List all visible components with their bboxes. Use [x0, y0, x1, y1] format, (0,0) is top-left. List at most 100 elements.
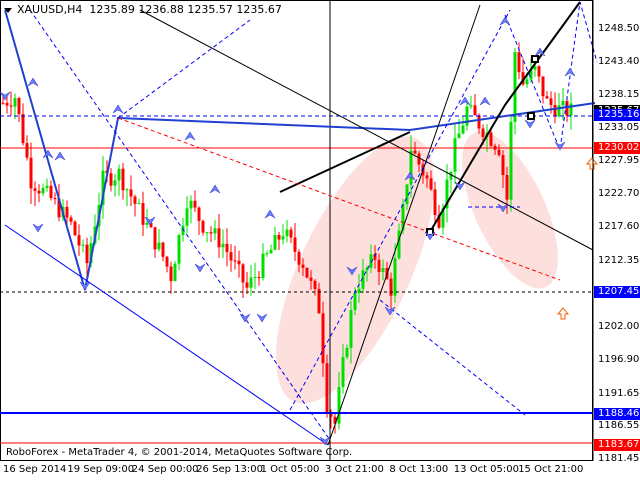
candle-body — [153, 227, 157, 250]
candle-body — [553, 104, 557, 117]
price-tick-label: 1217.60 — [598, 221, 640, 233]
price-level-box: 1230.02 — [594, 141, 640, 154]
candle-body — [137, 203, 141, 205]
time-tick-label: 15 Oct 21:00 — [518, 464, 584, 475]
candle-body — [193, 200, 197, 208]
candle-body — [145, 222, 149, 225]
candle-body — [561, 100, 565, 106]
candle-body — [433, 189, 437, 215]
candle-body — [353, 293, 357, 311]
price-tick-label: 1181.45 — [598, 452, 640, 464]
dropdown-triangle-icon[interactable] — [4, 7, 12, 13]
candle-body — [349, 310, 353, 348]
candle-body — [473, 105, 477, 116]
price-level-box: 1183.67 — [594, 438, 640, 451]
candle-body — [469, 105, 473, 107]
candle-body — [289, 229, 293, 238]
candle-body — [549, 98, 553, 105]
candle-body — [53, 198, 57, 200]
candle-body — [389, 278, 393, 296]
candle-body — [209, 232, 213, 234]
candle-body — [277, 234, 281, 240]
candle-body — [285, 229, 289, 237]
time-tick-label: 24 Sep 00:00 — [131, 464, 199, 475]
price-tick-label: 1238.15 — [598, 89, 640, 101]
candle-body — [189, 200, 193, 209]
candle-body — [117, 168, 121, 181]
anchor-point[interactable] — [531, 55, 539, 63]
candle-body — [501, 155, 505, 175]
price-tick-label: 1227.95 — [598, 154, 640, 166]
price-tick-label: 1196.90 — [598, 353, 640, 365]
candle-body — [429, 178, 433, 190]
candle-body — [321, 313, 325, 364]
anchor-point[interactable] — [527, 112, 535, 120]
price-tick-label: 1222.70 — [598, 188, 640, 200]
candle-body — [249, 277, 253, 288]
price-tick-label: 1186.55 — [598, 420, 640, 432]
candle-body — [397, 230, 401, 259]
candle-body — [237, 260, 241, 265]
candle-body — [261, 253, 265, 279]
candle-body — [9, 105, 13, 107]
candle-body — [301, 264, 305, 268]
candle-body — [197, 207, 201, 221]
candle-body — [413, 150, 417, 154]
candle-body — [225, 243, 229, 253]
candle-body — [33, 188, 37, 191]
candle-body — [309, 277, 313, 281]
candle-body — [297, 251, 301, 265]
candle-body — [489, 132, 493, 146]
candle-body — [45, 185, 49, 188]
candle-body — [557, 105, 561, 117]
candle-body — [133, 196, 137, 204]
ohlc-values: 1235.89 1236.88 1235.57 1235.67 — [89, 3, 282, 16]
candle-body — [509, 121, 513, 200]
time-tick-label: 13 Oct 05:00 — [453, 464, 519, 475]
candle-body — [205, 232, 209, 234]
candle-body — [345, 347, 349, 358]
candle-body — [173, 263, 177, 282]
candle-body — [245, 282, 249, 288]
candle-body — [125, 189, 129, 191]
candle-body — [569, 103, 573, 116]
candle-body — [457, 133, 461, 139]
copyright-text: RoboForex - MetaTrader 4, © 2001-2014, M… — [6, 447, 353, 458]
candle-body — [513, 52, 517, 122]
price-tick-label: 1243.40 — [598, 55, 640, 67]
candle-body — [233, 260, 237, 262]
candle-body — [565, 100, 569, 116]
chart-title: XAUUSD,H4 1235.89 1236.88 1235.57 1235.6… — [4, 3, 282, 16]
candle-body — [269, 249, 273, 254]
candle-body — [273, 234, 277, 250]
candle-body — [185, 208, 189, 226]
candle-body — [157, 242, 161, 250]
candle-body — [293, 237, 297, 252]
time-tick-label: 8 Oct 13:00 — [389, 464, 449, 475]
time-tick-label: 1 Oct 05:00 — [260, 464, 320, 475]
candle-body — [29, 157, 33, 189]
price-tick-label: 1248.50 — [598, 23, 640, 34]
candle-body — [257, 276, 261, 279]
candle-body — [377, 259, 381, 272]
candle-body — [337, 387, 341, 424]
candle-body — [77, 235, 81, 246]
price-level-box: 1207.45 — [594, 286, 640, 299]
candle-body — [177, 235, 181, 264]
candle-body — [25, 143, 29, 158]
time-tick-label: 3 Oct 21:00 — [325, 464, 384, 475]
candle-body — [213, 228, 217, 234]
time-tick-label: 19 Sep 09:00 — [67, 464, 135, 475]
candle-body — [21, 114, 25, 144]
candle-body — [317, 289, 321, 314]
candle-body — [221, 243, 225, 248]
candle-body — [165, 256, 169, 267]
candle-body — [1, 102, 5, 104]
candle-body — [141, 203, 145, 225]
price-chart[interactable] — [0, 0, 640, 480]
candle-body — [41, 187, 45, 194]
candle-body — [425, 175, 429, 179]
candle-body — [169, 266, 173, 282]
candle-body — [481, 128, 485, 137]
candle-body — [313, 280, 317, 290]
